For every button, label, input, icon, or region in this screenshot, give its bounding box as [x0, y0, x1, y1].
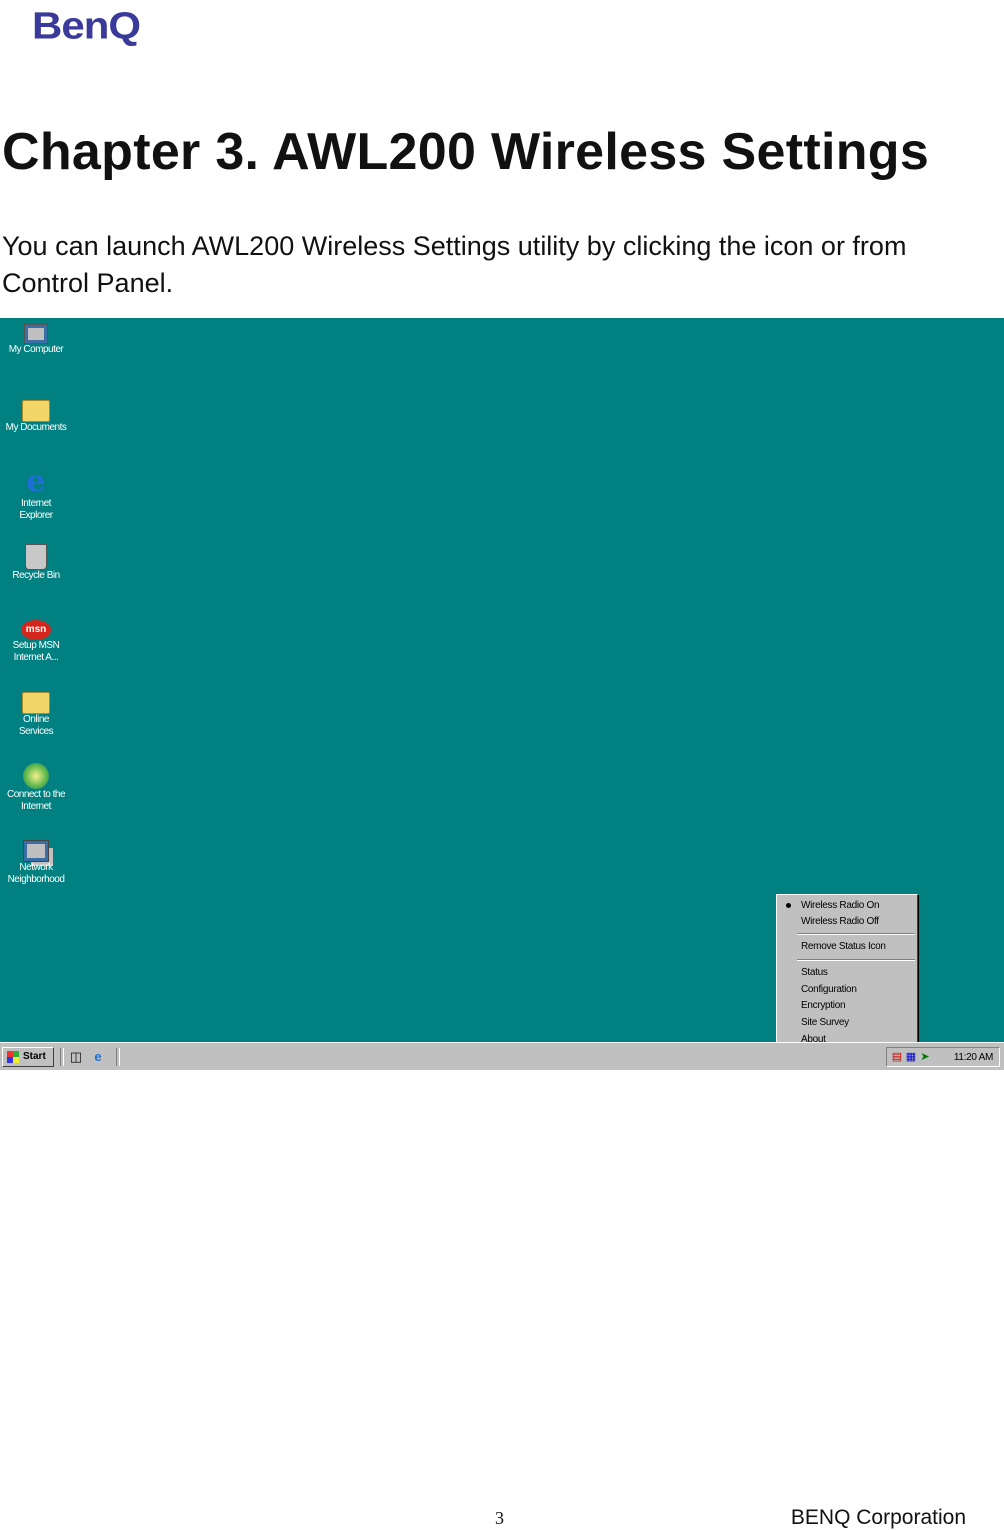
quick-launch-desktop-icon[interactable]: ◫ — [68, 1049, 84, 1065]
start-button[interactable]: Start — [2, 1047, 54, 1067]
menu-item-site-survey[interactable]: Site Survey — [801, 1016, 849, 1030]
desktop-icon-label: Online Services — [18, 714, 54, 737]
my-documents-icon — [22, 400, 50, 422]
quick-launch-ie-icon[interactable]: e — [90, 1049, 106, 1065]
desktop-icon-my-documents[interactable]: My Documents — [0, 394, 72, 434]
clock[interactable]: 11:20 AM — [954, 1051, 993, 1064]
menu-item-configuration[interactable]: Configuration — [801, 983, 857, 997]
desktop-icon-label: Recycle Bin — [12, 570, 60, 581]
my-computer-icon — [24, 324, 48, 344]
internet-explorer-icon: e — [26, 464, 46, 499]
taskbar: Start ◫ e ▤ ▦ ➤ 11:20 AM — [0, 1042, 1004, 1070]
system-tray: ▤ ▦ ➤ 11:20 AM — [886, 1047, 1000, 1067]
recycle-bin-icon — [25, 544, 47, 570]
network-tray-icon[interactable]: ▦ — [905, 1051, 917, 1063]
arrow-tray-icon[interactable]: ➤ — [919, 1051, 931, 1063]
desktop-icon-label: Connect to the Internet — [6, 789, 66, 812]
desktop-icon-label: Network Neighborhood — [7, 862, 65, 885]
quick-launch-separator — [60, 1048, 64, 1066]
chapter-title: Chapter 3. AWL200 Wireless Settings — [2, 123, 930, 181]
menu-item-wireless-radio-off[interactable]: Wireless Radio Off — [801, 915, 879, 929]
desktop-icon-connect-internet[interactable]: Connect to the Internet — [0, 760, 72, 813]
start-label: Start — [23, 1051, 46, 1062]
wireless-status-icon[interactable]: ▤ — [891, 1051, 903, 1063]
quick-launch-separator — [116, 1048, 120, 1066]
windows-flag-icon — [7, 1051, 19, 1063]
desktop-screenshot: My Computer My Documents e Internet Expl… — [0, 318, 1004, 1070]
desktop-icon-internet-explorer[interactable]: e Internet Explorer — [0, 466, 72, 522]
intro-paragraph: You can launch AWL200 Wireless Settings … — [2, 231, 907, 298]
menu-item-encryption[interactable]: Encryption — [801, 999, 846, 1013]
desktop-icon-my-computer[interactable]: My Computer — [0, 320, 72, 356]
page-number: 3 — [495, 1508, 504, 1528]
desktop-icon-label: Setup MSN Internet A... — [12, 640, 60, 663]
desktop-icon-online-services[interactable]: Online Services — [0, 686, 72, 738]
desktop-icon-msn[interactable]: msn Setup MSN Internet A... — [0, 614, 72, 664]
menu-item-remove-status-icon[interactable]: Remove Status Icon — [801, 940, 886, 954]
radio-bullet-icon — [786, 903, 791, 908]
menu-separator — [797, 933, 915, 935]
benq-logo: BenQ — [32, 4, 141, 47]
desktop-icon-network-neighborhood[interactable]: Network Neighborhood — [0, 834, 72, 886]
footer-company: BENQ Corporation — [790, 1506, 966, 1529]
menu-item-wireless-radio-on[interactable]: Wireless Radio On — [801, 899, 880, 913]
desktop-icon-label: Internet Explorer — [19, 498, 53, 521]
network-icon — [23, 840, 49, 862]
desktop-icon-label: My Computer — [8, 344, 64, 355]
wireless-context-menu: Wireless Radio On Wireless Radio Off Rem… — [776, 894, 918, 1052]
folder-icon — [22, 692, 50, 714]
desktop-icon-label: My Documents — [5, 422, 67, 433]
connect-icon — [23, 763, 49, 789]
desktop-icon-recycle-bin[interactable]: Recycle Bin — [0, 540, 72, 582]
msn-icon: msn — [21, 620, 51, 640]
menu-item-status[interactable]: Status — [801, 966, 828, 980]
menu-separator — [797, 959, 915, 961]
